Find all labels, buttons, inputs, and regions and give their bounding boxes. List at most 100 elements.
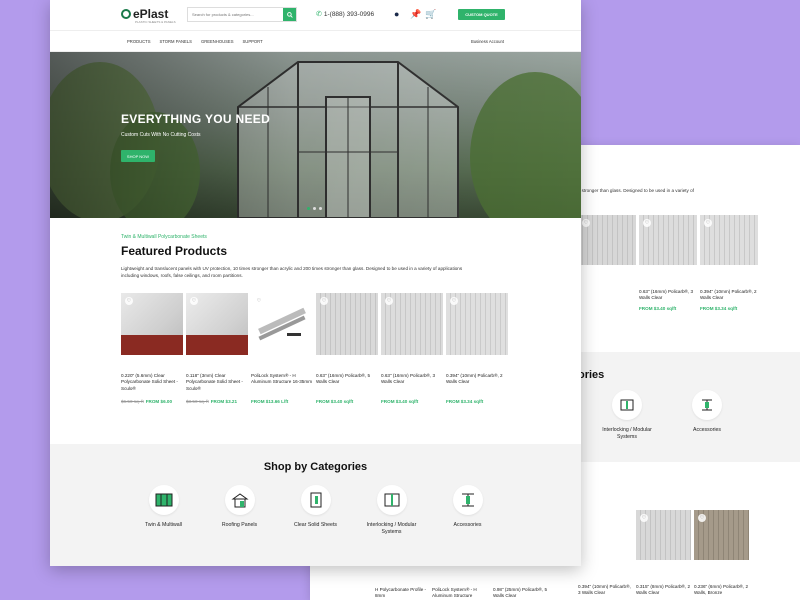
category-clear-solid-sheets[interactable]: Clear Solid Sheets	[287, 485, 345, 537]
back-product-name[interactable]: 0.63" (16mm) Policarb®, 3 Walls Clear	[639, 289, 697, 302]
product-card[interactable]: ♡ PoliLock System® - H Aluminum Structur…	[251, 292, 313, 404]
product-name[interactable]: 0.118" (3mm) Clear Polycarbonate Solid S…	[186, 373, 248, 393]
favorite-icon[interactable]: ♡	[320, 296, 328, 305]
custom-quote-button[interactable]: CUSTOM QUOTE	[458, 9, 505, 20]
search-bar	[187, 7, 297, 22]
category-interlocking[interactable]: Interlocking / Modular Systems	[363, 485, 421, 537]
back-product-card[interactable]: 0.394" (10mm) Policarb®, 3 Walls Clear	[578, 510, 633, 597]
phone-link[interactable]: ✆ 1-(888) 393-0996	[316, 10, 374, 19]
search-button[interactable]	[283, 8, 296, 21]
shop-now-button[interactable]: SHOP NOW	[121, 150, 155, 162]
product-name[interactable]: 0.63" (16mm) Policarb®, 5 Walls Clear	[316, 373, 378, 393]
favorite-icon[interactable]: ♡	[698, 514, 706, 522]
back-product-image[interactable]: ♡	[694, 510, 749, 560]
back-product-name[interactable]: 0.236" (6mm) Policarb®, 2 Walls, Bronze	[694, 584, 749, 597]
category-accessories[interactable]: Accessories	[439, 485, 497, 537]
featured-section: Twin & Multiwall Polycarbonate Sheets Fe…	[50, 218, 581, 404]
back-product-card[interactable]: ♡ 0.63" (16mm) Policarb®, 3 Walls Clear …	[639, 215, 697, 311]
back-product-name[interactable]: 0.394" (10mm) Policarb®, 3 Walls Clear	[578, 584, 633, 597]
product-price: FROM $3.34 sq/ft	[446, 399, 508, 404]
back-product-list: ♡ ♡ 0.63" (16mm) Policarb®, 3 Walls Clea…	[578, 215, 758, 311]
product-image[interactable]: ♡	[186, 292, 248, 355]
hero-banner: EVERYTHING YOU NEED Custom Cuts With No …	[50, 52, 581, 218]
back-category-label: Interlocking / Modular Systems	[602, 427, 652, 441]
hero-title: EVERYTHING YOU NEED	[121, 112, 271, 126]
favorite-icon[interactable]: ♡	[640, 514, 648, 522]
back-product-image[interactable]: ♡	[578, 215, 636, 265]
favorite-icon[interactable]: ♡	[190, 296, 198, 305]
product-image[interactable]: ♡	[446, 292, 508, 355]
product-image[interactable]: ♡	[381, 292, 443, 355]
business-account-link[interactable]: Business Account	[471, 39, 504, 44]
back-product-card[interactable]: ♡ 0.394" (10mm) Policarb®, 2 Walls Clear…	[700, 215, 758, 311]
featured-eyebrow[interactable]: Twin & Multiwall Polycarbonate Sheets	[121, 234, 581, 240]
product-name[interactable]: PoliLock System® - H Aluminum Structure …	[251, 373, 313, 393]
back-product-card[interactable]: ♡	[578, 215, 636, 311]
nav-support[interactable]: SUPPORT	[243, 39, 263, 44]
back-product-name[interactable]: PoliLock System® - H Aluminum Structure	[432, 587, 492, 600]
back-category-accessories[interactable]: Accessories	[678, 390, 736, 442]
back-product-name[interactable]: H Polycarbonate Profile - 8mm	[375, 587, 435, 600]
search-input[interactable]	[188, 8, 283, 21]
product-card[interactable]: ♡ 0.118" (3mm) Clear Polycarbonate Solid…	[186, 292, 248, 404]
favorite-icon[interactable]: ♡	[125, 296, 133, 305]
product-card[interactable]: ♡ 0.63" (16mm) Policarb®, 3 Walls Clear …	[381, 292, 443, 404]
back-product-image[interactable]: ♡	[636, 510, 691, 560]
product-image[interactable]: ♡	[251, 292, 313, 355]
product-image[interactable]: ♡	[121, 292, 183, 355]
carousel-dot[interactable]	[313, 207, 316, 210]
product-card[interactable]: ♡ 0.220" (5.6mm) Clear Polycarbonate Sol…	[121, 292, 183, 404]
cart-icon[interactable]: 🛒	[425, 9, 436, 20]
nav-products[interactable]: PRODUCTS	[127, 39, 151, 44]
favorite-icon[interactable]: ♡	[385, 296, 393, 305]
favorite-icon[interactable]: ♡	[450, 296, 458, 305]
nav-greenhouses[interactable]: GREENHOUSES	[201, 39, 234, 44]
product-current-price: FROM $3.40 sq/ft	[316, 398, 354, 404]
main-page: ePlast PLASTIC SHEETS & PANELS ✆ 1-(888)…	[50, 0, 581, 566]
pin-icon[interactable]: 📌	[410, 9, 421, 20]
back-product-name[interactable]: 0.315" (8mm) Policarb®, 2 Walls Clear	[636, 584, 691, 597]
logo-text: ePlast	[133, 7, 169, 21]
back-product-image[interactable]: ♡	[639, 215, 697, 265]
product-list: ♡ 0.220" (5.6mm) Clear Polycarbonate Sol…	[121, 292, 581, 404]
site-logo[interactable]: ePlast PLASTIC SHEETS & PANELS	[121, 7, 176, 24]
categories-section: Shop by Categories Twin & Multiwall Roof…	[50, 444, 581, 566]
accessories-icon	[452, 485, 483, 515]
accessories-icon	[692, 390, 722, 420]
product-name[interactable]: 0.220" (5.6mm) Clear Polycarbonate Solid…	[121, 373, 183, 393]
product-card[interactable]: ♡ 0.63" (16mm) Policarb®, 5 Walls Clear …	[316, 292, 378, 404]
back-product-name[interactable]: 0.98" (25mm) Policarb®, 5 Walls Clear	[493, 587, 553, 600]
carousel-dot[interactable]	[319, 207, 322, 210]
category-label: Clear Solid Sheets	[294, 522, 337, 528]
product-image[interactable]: ♡	[316, 292, 378, 355]
back-product-name[interactable]: 0.394" (10mm) Policarb®, 2 Walls Clear	[700, 289, 758, 302]
favorite-icon[interactable]: ♡	[704, 219, 712, 227]
carousel-dot[interactable]	[307, 207, 310, 210]
category-roofing-panels[interactable]: Roofing Panels	[211, 485, 269, 537]
account-icon[interactable]: ●	[394, 9, 399, 19]
carousel-dots	[307, 207, 322, 210]
twin-multiwall-icon	[148, 485, 179, 515]
featured-title: Featured Products	[121, 244, 228, 258]
product-name[interactable]: 0.63" (16mm) Policarb®, 3 Walls Clear	[381, 373, 443, 393]
category-label: Accessories	[453, 522, 482, 528]
back-product-card[interactable]: ♡ 0.315" (8mm) Policarb®, 2 Walls Clear	[636, 510, 691, 597]
nav-storm-panels[interactable]: STORM PANELS	[160, 39, 192, 44]
product-card[interactable]: ♡ 0.394" (10mm) Policarb®, 2 Walls Clear…	[446, 292, 508, 404]
product-current-price: FROM $3.34 sq/ft	[446, 398, 484, 404]
back-category-interlocking[interactable]: Interlocking / Modular Systems	[598, 390, 656, 442]
back-product-image[interactable]: ♡	[700, 215, 758, 265]
favorite-icon[interactable]: ♡	[255, 296, 263, 305]
product-name[interactable]: 0.394" (10mm) Policarb®, 2 Walls Clear	[446, 373, 508, 393]
product-price: $6.50 sq. ft FROM $6.00	[121, 399, 183, 404]
back-product-image[interactable]	[578, 510, 633, 560]
category-label: Roofing Panels	[221, 522, 258, 528]
product-current-price: FROM $3.21	[210, 398, 238, 404]
favorite-icon[interactable]: ♡	[582, 219, 590, 227]
favorite-icon[interactable]: ♡	[643, 219, 651, 227]
featured-description: Lightweight and translucent panels with …	[121, 266, 463, 278]
back-description: s stronger than glass. Designed to be us…	[578, 188, 694, 193]
category-twin-multiwall[interactable]: Twin & Multiwall	[135, 485, 193, 537]
back-product-card[interactable]: ♡ 0.236" (6mm) Policarb®, 2 Walls, Bronz…	[694, 510, 749, 597]
site-header: ePlast PLASTIC SHEETS & PANELS ✆ 1-(888)…	[50, 0, 581, 30]
